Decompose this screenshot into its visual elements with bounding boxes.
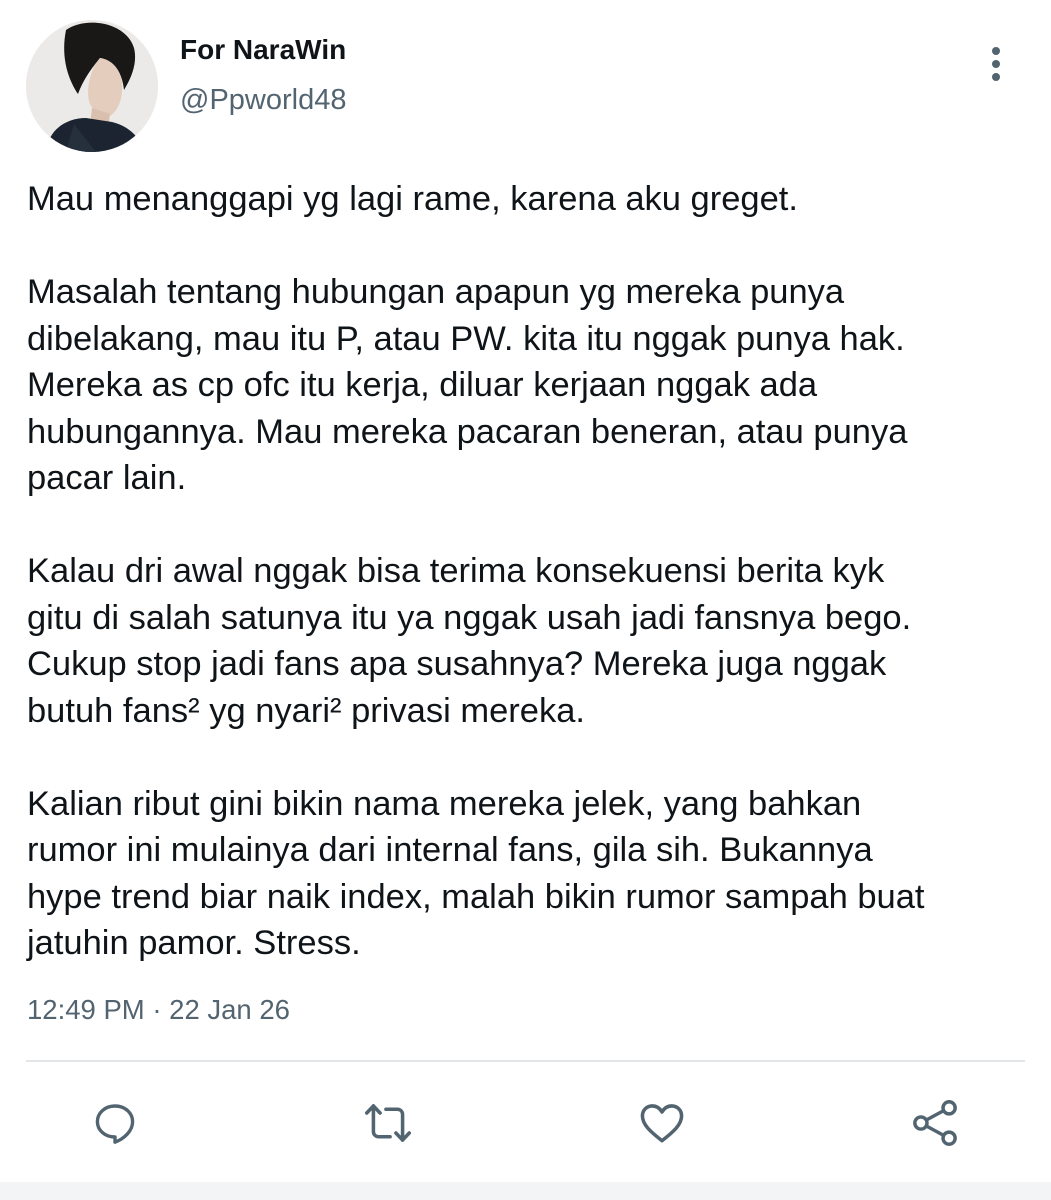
divider xyxy=(26,1060,1025,1062)
retweet-button[interactable] xyxy=(358,1090,418,1156)
tweet-paragraph: Masalah tentang hubungan apapun yg merek… xyxy=(27,269,1032,502)
tweet-line: Cukup stop jadi fans apa susahnya? Merek… xyxy=(27,645,887,683)
tweet-line: Kalau dri awal nggak bisa terima konseku… xyxy=(27,552,885,590)
author-handle[interactable]: @Ppworld48 xyxy=(180,82,346,118)
bottom-separator xyxy=(0,1182,1051,1200)
heart-icon xyxy=(640,1104,684,1143)
share-button[interactable] xyxy=(905,1090,965,1156)
tweet-line: butuh fans² yg nyari² privasi mereka. xyxy=(27,691,585,730)
more-options-button[interactable] xyxy=(976,40,1016,88)
profile-photo xyxy=(26,20,158,152)
tweet-paragraph: Mau menanggapi yg lagi rame, karena aku … xyxy=(27,176,1032,223)
tweet-line: dibelakang, mau itu P, atau PW. kita itu… xyxy=(27,319,905,358)
tweet-line: gitu di salah satunya itu ya nggak usah … xyxy=(27,598,912,637)
tweet-line: pacar lain. xyxy=(27,459,187,497)
tweet-line: Mereka as cp ofc itu kerja, diluar kerja… xyxy=(27,366,818,404)
tweet-line: hype trend biar naik index, malah bikin … xyxy=(27,877,925,916)
share-icon xyxy=(913,1100,957,1146)
tweet-paragraph: Kalau dri awal nggak bisa terima konseku… xyxy=(27,548,1032,734)
reply-button[interactable] xyxy=(85,1090,145,1156)
author-display-name[interactable]: For NaraWin xyxy=(180,32,346,68)
action-bar xyxy=(0,1090,1051,1160)
more-vertical-icon xyxy=(992,47,1000,81)
avatar[interactable] xyxy=(26,20,158,152)
retweet-icon xyxy=(364,1104,412,1142)
tweet-line: hubungannya. Mau mereka pacaran beneran,… xyxy=(27,412,908,451)
tweet-text: Mau menanggapi yg lagi rame, karena aku … xyxy=(27,176,1032,967)
tweet-line: jatuhin pamor. Stress. xyxy=(27,924,361,962)
reply-icon xyxy=(95,1104,135,1144)
tweet-timestamp[interactable]: 12:49 PM · 22 Jan 26 xyxy=(27,992,290,1028)
like-button[interactable] xyxy=(632,1090,692,1156)
tweet-line: Masalah tentang hubungan apapun yg merek… xyxy=(27,273,845,311)
tweet-line: Mau menanggapi yg lagi rame, karena aku … xyxy=(27,180,798,218)
tweet-line: Kalian ribut gini bikin nama mereka jele… xyxy=(27,784,862,823)
tweet-paragraph: Kalian ribut gini bikin nama mereka jele… xyxy=(27,781,1032,967)
tweet-line: rumor ini mulainya dari internal fans, g… xyxy=(27,831,873,869)
